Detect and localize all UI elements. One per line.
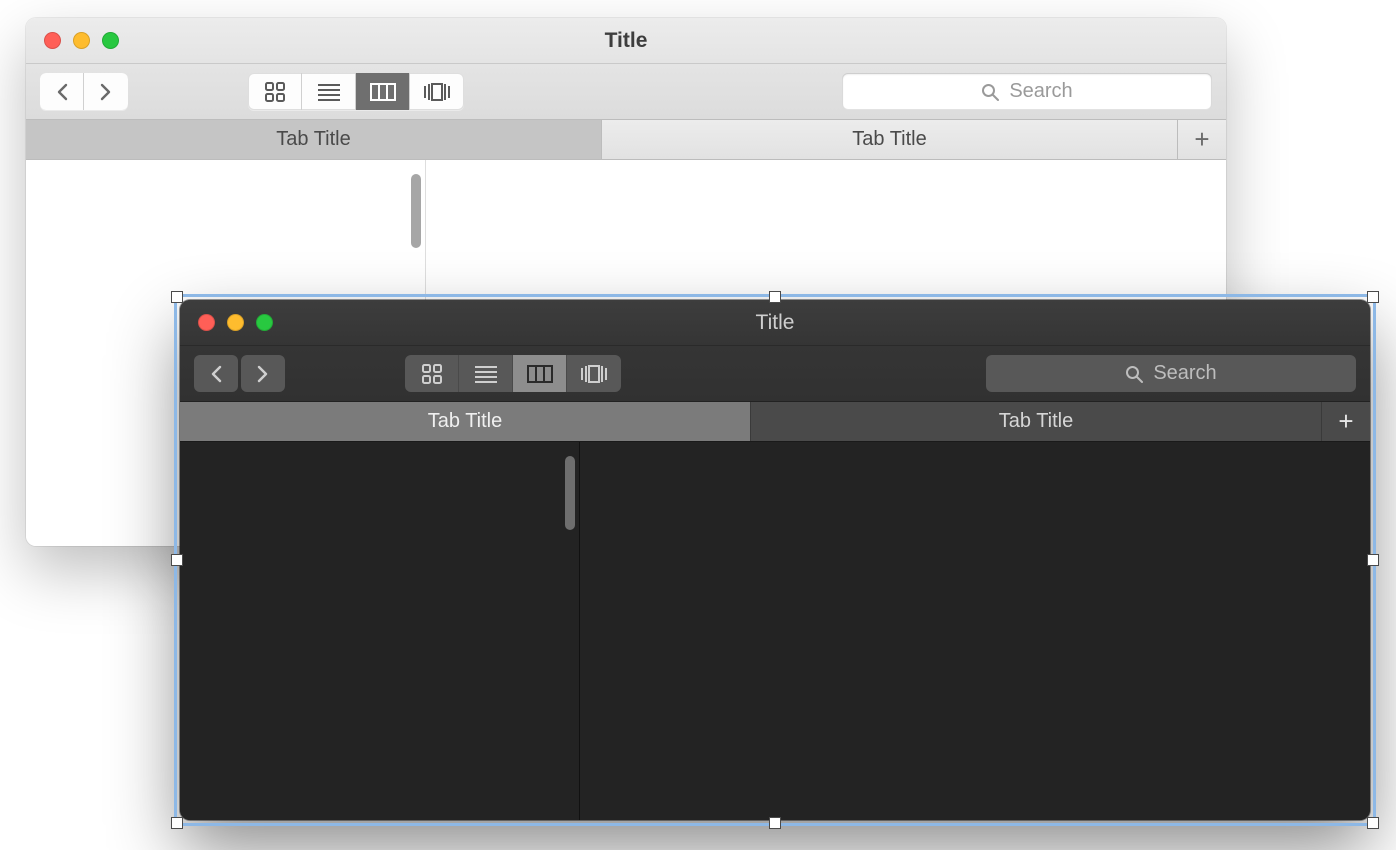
view-segment-light <box>248 73 464 110</box>
tab-1-light[interactable]: Tab Title <box>26 120 602 159</box>
column-1-dark[interactable] <box>180 442 580 820</box>
plus-icon: + <box>1194 124 1209 155</box>
minimize-button[interactable] <box>73 32 90 49</box>
search-placeholder: Search <box>1009 80 1072 103</box>
icon-view-icon <box>264 81 286 103</box>
column-view-button[interactable] <box>513 355 567 392</box>
chevron-left-icon <box>55 83 69 101</box>
zoom-button[interactable] <box>256 314 273 331</box>
scrollbar-thumb-light[interactable] <box>411 174 421 248</box>
back-button[interactable] <box>40 73 84 110</box>
chevron-right-icon <box>256 365 270 383</box>
tab-2-dark[interactable]: Tab Title <box>751 402 1322 441</box>
column-view-icon <box>527 365 553 383</box>
traffic-lights-light <box>26 32 119 49</box>
nav-segment-light <box>40 73 128 110</box>
finder-window-dark: Title <box>180 300 1370 820</box>
list-view-button[interactable] <box>459 355 513 392</box>
column-view-icon <box>370 83 396 101</box>
search-field-dark[interactable]: Search <box>986 355 1356 392</box>
tabbar-dark: Tab Title Tab Title + <box>180 402 1370 442</box>
tab-1-dark[interactable]: Tab Title <box>180 402 751 441</box>
icon-view-icon <box>421 363 443 385</box>
tabbar-light: Tab Title Tab Title + <box>26 120 1226 160</box>
toolbar-light: Search <box>26 64 1226 120</box>
column-2-dark[interactable] <box>580 442 1370 820</box>
gallery-view-icon <box>423 83 451 101</box>
gallery-view-button[interactable] <box>410 73 464 110</box>
tab-label: Tab Title <box>999 410 1073 433</box>
new-tab-button-dark[interactable]: + <box>1322 402 1370 441</box>
back-button[interactable] <box>194 355 238 392</box>
search-placeholder: Search <box>1153 362 1216 385</box>
titlebar-dark[interactable]: Title <box>180 300 1370 346</box>
forward-button[interactable] <box>84 73 128 110</box>
tab-label: Tab Title <box>852 128 926 151</box>
search-field-light[interactable]: Search <box>842 73 1212 110</box>
list-view-icon <box>317 83 341 101</box>
close-button[interactable] <box>198 314 215 331</box>
list-view-button[interactable] <box>302 73 356 110</box>
new-tab-button-light[interactable]: + <box>1178 120 1226 159</box>
plus-icon: + <box>1338 406 1353 437</box>
tab-label: Tab Title <box>276 128 350 151</box>
tab-label: Tab Title <box>428 410 502 433</box>
chevron-left-icon <box>209 365 223 383</box>
window-title-light: Title <box>26 29 1226 53</box>
list-view-icon <box>474 365 498 383</box>
scrollbar-thumb-dark[interactable] <box>565 456 575 530</box>
nav-segment-dark <box>194 355 285 392</box>
toolbar-dark: Search <box>180 346 1370 402</box>
zoom-button[interactable] <box>102 32 119 49</box>
chevron-right-icon <box>99 83 113 101</box>
search-icon <box>1125 365 1143 383</box>
close-button[interactable] <box>44 32 61 49</box>
column-view-button[interactable] <box>356 73 410 110</box>
search-icon <box>981 83 999 101</box>
icon-view-button[interactable] <box>248 73 302 110</box>
view-segment-dark <box>405 355 621 392</box>
tab-2-light[interactable]: Tab Title <box>602 120 1178 159</box>
window-title-dark: Title <box>180 311 1370 335</box>
gallery-view-button[interactable] <box>567 355 621 392</box>
titlebar-light[interactable]: Title <box>26 18 1226 64</box>
forward-button[interactable] <box>241 355 285 392</box>
icon-view-button[interactable] <box>405 355 459 392</box>
content-dark <box>180 442 1370 820</box>
gallery-view-icon <box>580 365 608 383</box>
traffic-lights-dark <box>180 314 273 331</box>
minimize-button[interactable] <box>227 314 244 331</box>
